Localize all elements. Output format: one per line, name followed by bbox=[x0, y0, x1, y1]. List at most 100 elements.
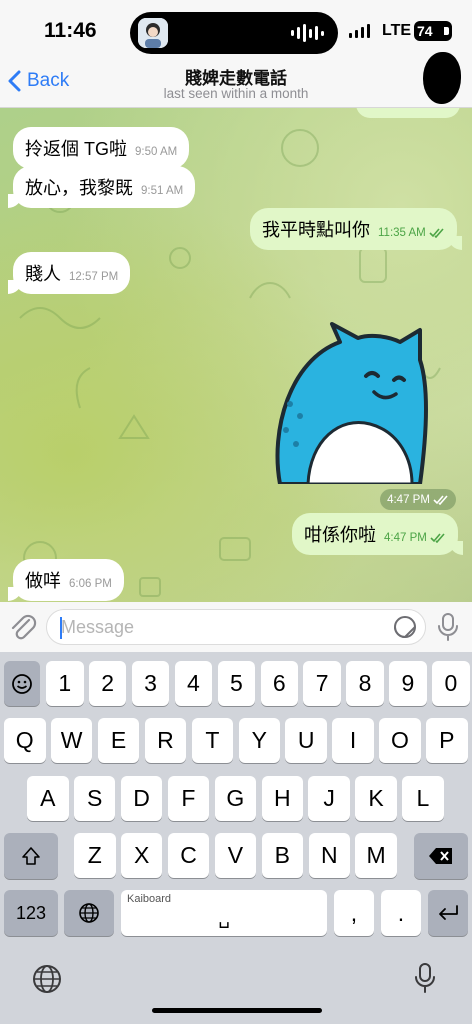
chat-header: Back 賤婢走數電話 last seen within a month bbox=[0, 52, 472, 108]
message-text: 做咩 bbox=[25, 571, 61, 591]
message-bubble-incoming[interactable]: 做咩 6:06 PM bbox=[8, 559, 124, 601]
key-c[interactable]: C bbox=[167, 833, 210, 878]
keyboard: 1234567890 QWERTYUIOP ASDFGHJKL ZXCVBNM … bbox=[0, 652, 472, 1024]
space-symbol: ␣ bbox=[218, 907, 230, 928]
emoji-key[interactable] bbox=[4, 661, 40, 706]
key-u[interactable]: U bbox=[285, 718, 327, 763]
message-text: 賤人 bbox=[25, 264, 61, 284]
message-time: 9:50 AM bbox=[135, 146, 178, 158]
message-bubble-outgoing-partial[interactable] bbox=[356, 108, 460, 118]
dictation-mic-icon[interactable] bbox=[414, 962, 436, 994]
battery-icon: 74 bbox=[414, 21, 452, 41]
key-r[interactable]: R bbox=[144, 718, 187, 763]
key-y[interactable]: Y bbox=[238, 718, 280, 763]
key-z[interactable]: Z bbox=[74, 833, 116, 878]
key-p[interactable]: P bbox=[426, 718, 468, 763]
key-l[interactable]: L bbox=[402, 776, 444, 821]
key-s[interactable]: S bbox=[73, 776, 116, 821]
last-seen-status: last seen within a month bbox=[163, 86, 309, 101]
globe-key[interactable] bbox=[64, 890, 114, 936]
message-bubble-incoming[interactable]: 拎返個 TG啦 9:50 AM bbox=[13, 127, 190, 169]
double-check-icon bbox=[430, 533, 445, 543]
key-h[interactable]: H bbox=[261, 776, 303, 821]
sticker-icon[interactable] bbox=[393, 615, 417, 639]
key-w[interactable]: W bbox=[50, 718, 93, 763]
message-time: 4:47 PM bbox=[387, 493, 430, 506]
key-1[interactable]: 1 bbox=[46, 661, 84, 706]
key-9[interactable]: 9 bbox=[389, 661, 427, 706]
delete-key[interactable] bbox=[414, 833, 468, 879]
key-n[interactable]: N bbox=[308, 833, 350, 878]
signal-icon bbox=[349, 24, 370, 38]
status-time: 11:46 bbox=[44, 19, 97, 42]
key-d[interactable]: D bbox=[120, 776, 163, 821]
key-k[interactable]: K bbox=[355, 776, 397, 821]
dynamic-island[interactable] bbox=[130, 12, 338, 54]
period-key[interactable]: . bbox=[381, 890, 421, 936]
key-0[interactable]: 0 bbox=[432, 661, 470, 706]
key-m[interactable]: M bbox=[355, 833, 397, 878]
microphone-icon[interactable] bbox=[437, 612, 459, 642]
audio-wave-icon bbox=[291, 23, 324, 43]
globe-icon[interactable] bbox=[32, 964, 62, 994]
space-key[interactable]: Kaiboard ␣ bbox=[121, 890, 327, 936]
home-indicator[interactable] bbox=[152, 1008, 322, 1013]
key-f[interactable]: F bbox=[167, 776, 210, 821]
message-time: 11:35 AM bbox=[378, 227, 426, 239]
key-a[interactable]: A bbox=[27, 776, 69, 821]
message-time: 6:06 PM bbox=[69, 578, 112, 590]
message-composer bbox=[0, 602, 472, 652]
return-icon bbox=[439, 905, 458, 920]
battery-level: 74 bbox=[417, 23, 433, 39]
message-text: 拎返個 TG啦 bbox=[25, 139, 127, 159]
sticker-time-badge: 4:47 PM bbox=[380, 489, 456, 510]
key-8[interactable]: 8 bbox=[346, 661, 384, 706]
message-bubble-incoming[interactable]: 放心，我黎既 9:51 AM bbox=[8, 166, 196, 208]
key-4[interactable]: 4 bbox=[174, 661, 213, 706]
key-e[interactable]: E bbox=[97, 718, 140, 763]
paperclip-icon[interactable] bbox=[9, 612, 37, 642]
key-6[interactable]: 6 bbox=[260, 661, 298, 706]
shift-key[interactable] bbox=[4, 833, 58, 879]
key-b[interactable]: B bbox=[261, 833, 304, 878]
message-text: 我平時點叫你 bbox=[262, 220, 370, 240]
key-o[interactable]: O bbox=[379, 718, 421, 763]
globe-icon bbox=[79, 903, 99, 923]
chat-area[interactable]: 拎返個 TG啦 9:50 AM 放心，我黎既 9:51 AM 我平時點叫你 11… bbox=[0, 108, 472, 602]
sticker-message[interactable] bbox=[270, 320, 430, 486]
key-5[interactable]: 5 bbox=[217, 661, 256, 706]
key-t[interactable]: T bbox=[191, 718, 234, 763]
blue-cat-sticker bbox=[275, 322, 429, 486]
text-cursor bbox=[60, 617, 62, 639]
status-bar: 11:46 LTE 74 bbox=[0, 0, 472, 62]
message-text: 咁係你啦 bbox=[304, 525, 376, 545]
key-2[interactable]: 2 bbox=[88, 661, 127, 706]
now-playing-artwork bbox=[138, 18, 168, 48]
contact-avatar[interactable] bbox=[423, 52, 461, 104]
numbers-key[interactable]: 123 bbox=[4, 890, 58, 936]
message-bubble-outgoing[interactable]: 咁係你啦 4:47 PM bbox=[292, 513, 463, 555]
message-time: 9:51 AM bbox=[141, 185, 184, 197]
comma-key[interactable]: , bbox=[334, 890, 374, 936]
keyboard-name: Kaiboard bbox=[127, 893, 172, 905]
message-bubble-outgoing[interactable]: 我平時點叫你 11:35 AM bbox=[250, 208, 462, 250]
key-v[interactable]: V bbox=[214, 833, 257, 878]
key-7[interactable]: 7 bbox=[303, 661, 341, 706]
message-text: 放心，我黎既 bbox=[25, 178, 133, 198]
double-check-icon bbox=[429, 228, 444, 238]
double-check-icon bbox=[433, 494, 448, 505]
return-key[interactable] bbox=[428, 890, 468, 936]
key-j[interactable]: J bbox=[308, 776, 350, 821]
key-g[interactable]: G bbox=[214, 776, 257, 821]
key-q[interactable]: Q bbox=[4, 718, 46, 763]
shift-icon bbox=[22, 847, 40, 865]
key-3[interactable]: 3 bbox=[131, 661, 170, 706]
backspace-icon bbox=[429, 848, 452, 864]
message-input[interactable] bbox=[46, 609, 426, 645]
message-time: 12:57 PM bbox=[69, 271, 119, 283]
message-time: 4:47 PM bbox=[384, 532, 427, 544]
key-x[interactable]: X bbox=[120, 833, 163, 878]
emoji-icon bbox=[12, 673, 32, 694]
message-bubble-incoming[interactable]: 賤人 12:57 PM bbox=[8, 252, 131, 294]
key-i[interactable]: I bbox=[332, 718, 374, 763]
